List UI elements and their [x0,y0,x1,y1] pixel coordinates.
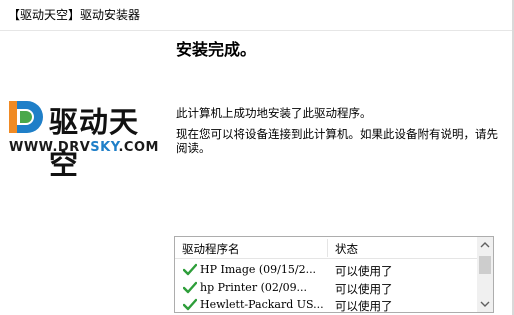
scrollbar-thumb[interactable] [479,256,491,274]
list-item[interactable]: hp Printer (02/09... 可以使用了 [175,279,477,297]
success-message: 此计算机上成功地安装了此驱动程序。 [176,106,372,120]
driver-status: 可以使用了 [335,299,393,313]
driver-name: Hewlett-Packard US... [200,298,324,311]
green-check-icon [183,263,197,276]
vertical-scrollbar[interactable] [477,237,493,312]
chevron-down-icon[interactable] [477,296,493,312]
window-title: 【驱动天空】驱动安装器 [8,8,141,22]
title-bar: 【驱动天空】驱动安装器 [0,0,514,31]
green-check-icon [183,298,197,311]
driver-status: 可以使用了 [335,264,393,278]
column-driver-name[interactable]: 驱动程序名 [182,241,240,257]
driver-name: hp Printer (02/09... [200,281,308,294]
logo-mark-icon [9,101,43,133]
column-divider [327,239,328,257]
list-item[interactable]: Hewlett-Packard US... 可以使用了 [175,296,477,313]
completion-heading: 安装完成。 [176,40,257,59]
green-check-icon [183,281,197,294]
brand-logo: 驱动天空 WWW.DRVSKY.COM [7,97,167,181]
driver-status: 可以使用了 [335,282,393,296]
logo-url: WWW.DRVSKY.COM [9,140,159,155]
driver-name: HP Image (09/15/2... [200,263,317,276]
chevron-up-icon[interactable] [477,237,493,253]
list-header: 驱动程序名 状态 [175,237,477,259]
list-item[interactable]: HP Image (09/15/2... 可以使用了 [175,261,477,279]
connect-device-message: 现在您可以将设备连接到此计算机。如果此设备附有说明，请先阅读。 [176,127,498,155]
driver-list[interactable]: 驱动程序名 状态 HP Image (09/15/2... 可以使用了 hp P… [174,236,494,313]
column-status[interactable]: 状态 [335,241,358,257]
left-panel: 驱动天空 WWW.DRVSKY.COM [0,31,170,315]
